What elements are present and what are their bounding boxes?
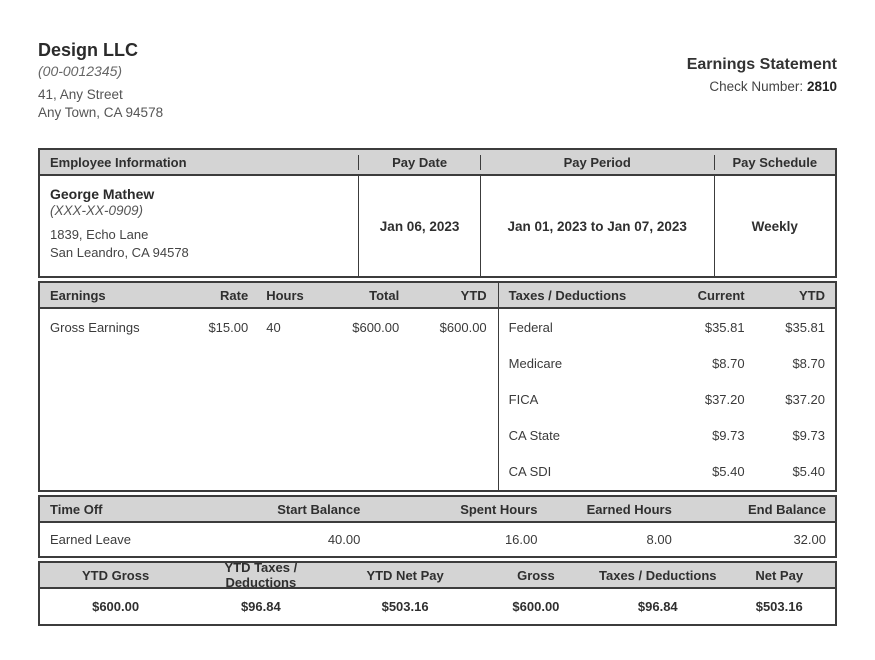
- header-spent-hours: Spent Hours: [368, 502, 545, 517]
- header-rate: Rate: [205, 288, 248, 303]
- company-name: Design LLC: [38, 40, 163, 61]
- tax-row: Medicare $8.70 $8.70: [499, 345, 835, 381]
- value-taxes: $96.84: [592, 599, 723, 614]
- header-gross: Gross: [480, 568, 592, 583]
- pay-schedule-value: Weekly: [714, 176, 835, 276]
- tax-label: CA State: [499, 428, 662, 443]
- tax-label: Medicare: [499, 356, 662, 371]
- header-taxes-ytd: YTD: [753, 288, 835, 303]
- tax-current: $8.70: [662, 356, 753, 371]
- earnings-subtable: Earnings Rate Hours Total YTD Gross Earn…: [40, 283, 499, 490]
- header-employee-information: Employee Information: [40, 155, 358, 170]
- pay-period-value: Jan 01, 2023 to Jan 07, 2023: [480, 176, 714, 276]
- earning-label: Gross Earnings: [40, 320, 205, 335]
- taxes-header-row: Taxes / Deductions Current YTD: [499, 283, 835, 309]
- value-gross: $600.00: [480, 599, 592, 614]
- header-earnings-ytd: YTD: [399, 288, 497, 303]
- header-start-balance: Start Balance: [209, 502, 368, 517]
- statement-block: Earnings Statement Check Number: 2810: [687, 40, 837, 94]
- taxes-body: Federal $35.81 $35.81 Medicare $8.70 $8.…: [499, 309, 835, 490]
- header-pay-date: Pay Date: [358, 155, 479, 170]
- header-total: Total: [303, 288, 399, 303]
- tax-row: Federal $35.81 $35.81: [499, 309, 835, 345]
- header-ytd-gross: YTD Gross: [40, 568, 191, 583]
- time-off-header-row: Time Off Start Balance Spent Hours Earne…: [40, 497, 835, 523]
- earning-rate: $15.00: [205, 320, 248, 335]
- tax-ytd: $5.40: [753, 464, 835, 479]
- tax-label: Federal: [499, 320, 662, 335]
- tax-ytd: $37.20: [753, 392, 835, 407]
- earnings-row: Gross Earnings $15.00 40 $600.00 $600.00: [40, 309, 498, 345]
- header-taxes-deductions: Taxes / Deductions: [499, 288, 662, 303]
- earnings-statement-page: Design LLC (00-0012345) 41, Any Street A…: [0, 0, 875, 660]
- employee-address-line2: San Leandro, CA 94578: [50, 244, 348, 262]
- earnings-taxes-section: Earnings Rate Hours Total YTD Gross Earn…: [38, 281, 837, 492]
- tax-label: CA SDI: [499, 464, 662, 479]
- company-address-line1: 41, Any Street: [38, 86, 163, 104]
- tax-row: FICA $37.20 $37.20: [499, 381, 835, 417]
- check-number-value: 2810: [807, 79, 837, 94]
- tax-row: CA State $9.73 $9.73: [499, 417, 835, 453]
- value-ytd-net-pay: $503.16: [330, 599, 479, 614]
- tax-current: $37.20: [662, 392, 753, 407]
- header-ytd-taxes: YTD Taxes / Deductions: [191, 560, 330, 590]
- earning-total: $600.00: [303, 320, 399, 335]
- summary-header-row: YTD Gross YTD Taxes / Deductions YTD Net…: [40, 563, 835, 589]
- header-pay-schedule: Pay Schedule: [714, 155, 835, 170]
- value-ytd-gross: $600.00: [40, 599, 191, 614]
- timeoff-earned-hours: 8.00: [545, 532, 679, 547]
- timeoff-spent-hours: 16.00: [368, 532, 545, 547]
- timeoff-end-balance: 32.00: [680, 532, 835, 547]
- tax-label: FICA: [499, 392, 662, 407]
- header-current: Current: [662, 288, 753, 303]
- pay-date-value: Jan 06, 2023: [358, 176, 479, 276]
- earning-hours: 40: [248, 320, 303, 335]
- summary-section: YTD Gross YTD Taxes / Deductions YTD Net…: [38, 561, 837, 626]
- earnings-body: Gross Earnings $15.00 40 $600.00 $600.00: [40, 309, 498, 490]
- header-net-pay: Net Pay: [723, 568, 835, 583]
- value-ytd-taxes: $96.84: [191, 599, 330, 614]
- tax-ytd: $35.81: [753, 320, 835, 335]
- tax-current: $35.81: [662, 320, 753, 335]
- header-end-balance: End Balance: [680, 502, 835, 517]
- taxes-subtable: Taxes / Deductions Current YTD Federal $…: [499, 283, 835, 490]
- time-off-row: Earned Leave 40.00 16.00 8.00 32.00: [40, 523, 835, 556]
- header-hours: Hours: [248, 288, 303, 303]
- tax-ytd: $8.70: [753, 356, 835, 371]
- value-net-pay: $503.16: [723, 599, 835, 614]
- summary-values-row: $600.00 $96.84 $503.16 $600.00 $96.84 $5…: [40, 589, 835, 624]
- company-ein: (00-0012345): [38, 63, 163, 79]
- tax-row: CA SDI $5.40 $5.40: [499, 453, 835, 489]
- document-header: Design LLC (00-0012345) 41, Any Street A…: [38, 40, 837, 122]
- tax-ytd: $9.73: [753, 428, 835, 443]
- check-number-line: Check Number: 2810: [687, 79, 837, 94]
- earning-ytd: $600.00: [399, 320, 497, 335]
- employee-name: George Mathew: [50, 186, 348, 202]
- employee-info-section: Employee Information Pay Date Pay Period…: [38, 148, 837, 278]
- time-off-section: Time Off Start Balance Spent Hours Earne…: [38, 495, 837, 558]
- tax-current: $5.40: [662, 464, 753, 479]
- header-pay-period: Pay Period: [480, 155, 714, 170]
- timeoff-label: Earned Leave: [40, 532, 209, 547]
- check-number-label: Check Number:: [709, 79, 803, 94]
- header-ytd-net-pay: YTD Net Pay: [330, 568, 479, 583]
- employee-address-line1: 1839, Echo Lane: [50, 226, 348, 244]
- timeoff-start-balance: 40.00: [209, 532, 368, 547]
- header-taxes: Taxes / Deductions: [592, 568, 723, 583]
- employee-ssn: (XXX-XX-0909): [50, 203, 348, 218]
- tax-current: $9.73: [662, 428, 753, 443]
- company-block: Design LLC (00-0012345) 41, Any Street A…: [38, 40, 163, 122]
- employee-info-header-row: Employee Information Pay Date Pay Period…: [40, 150, 835, 176]
- company-address-line2: Any Town, CA 94578: [38, 104, 163, 122]
- earnings-header-row: Earnings Rate Hours Total YTD: [40, 283, 498, 309]
- employee-info-body-row: George Mathew (XXX-XX-0909) 1839, Echo L…: [40, 176, 835, 276]
- header-time-off: Time Off: [40, 502, 209, 517]
- employee-details: George Mathew (XXX-XX-0909) 1839, Echo L…: [40, 176, 358, 276]
- header-earned-hours: Earned Hours: [545, 502, 679, 517]
- statement-title: Earnings Statement: [687, 56, 837, 74]
- header-earnings: Earnings: [40, 288, 205, 303]
